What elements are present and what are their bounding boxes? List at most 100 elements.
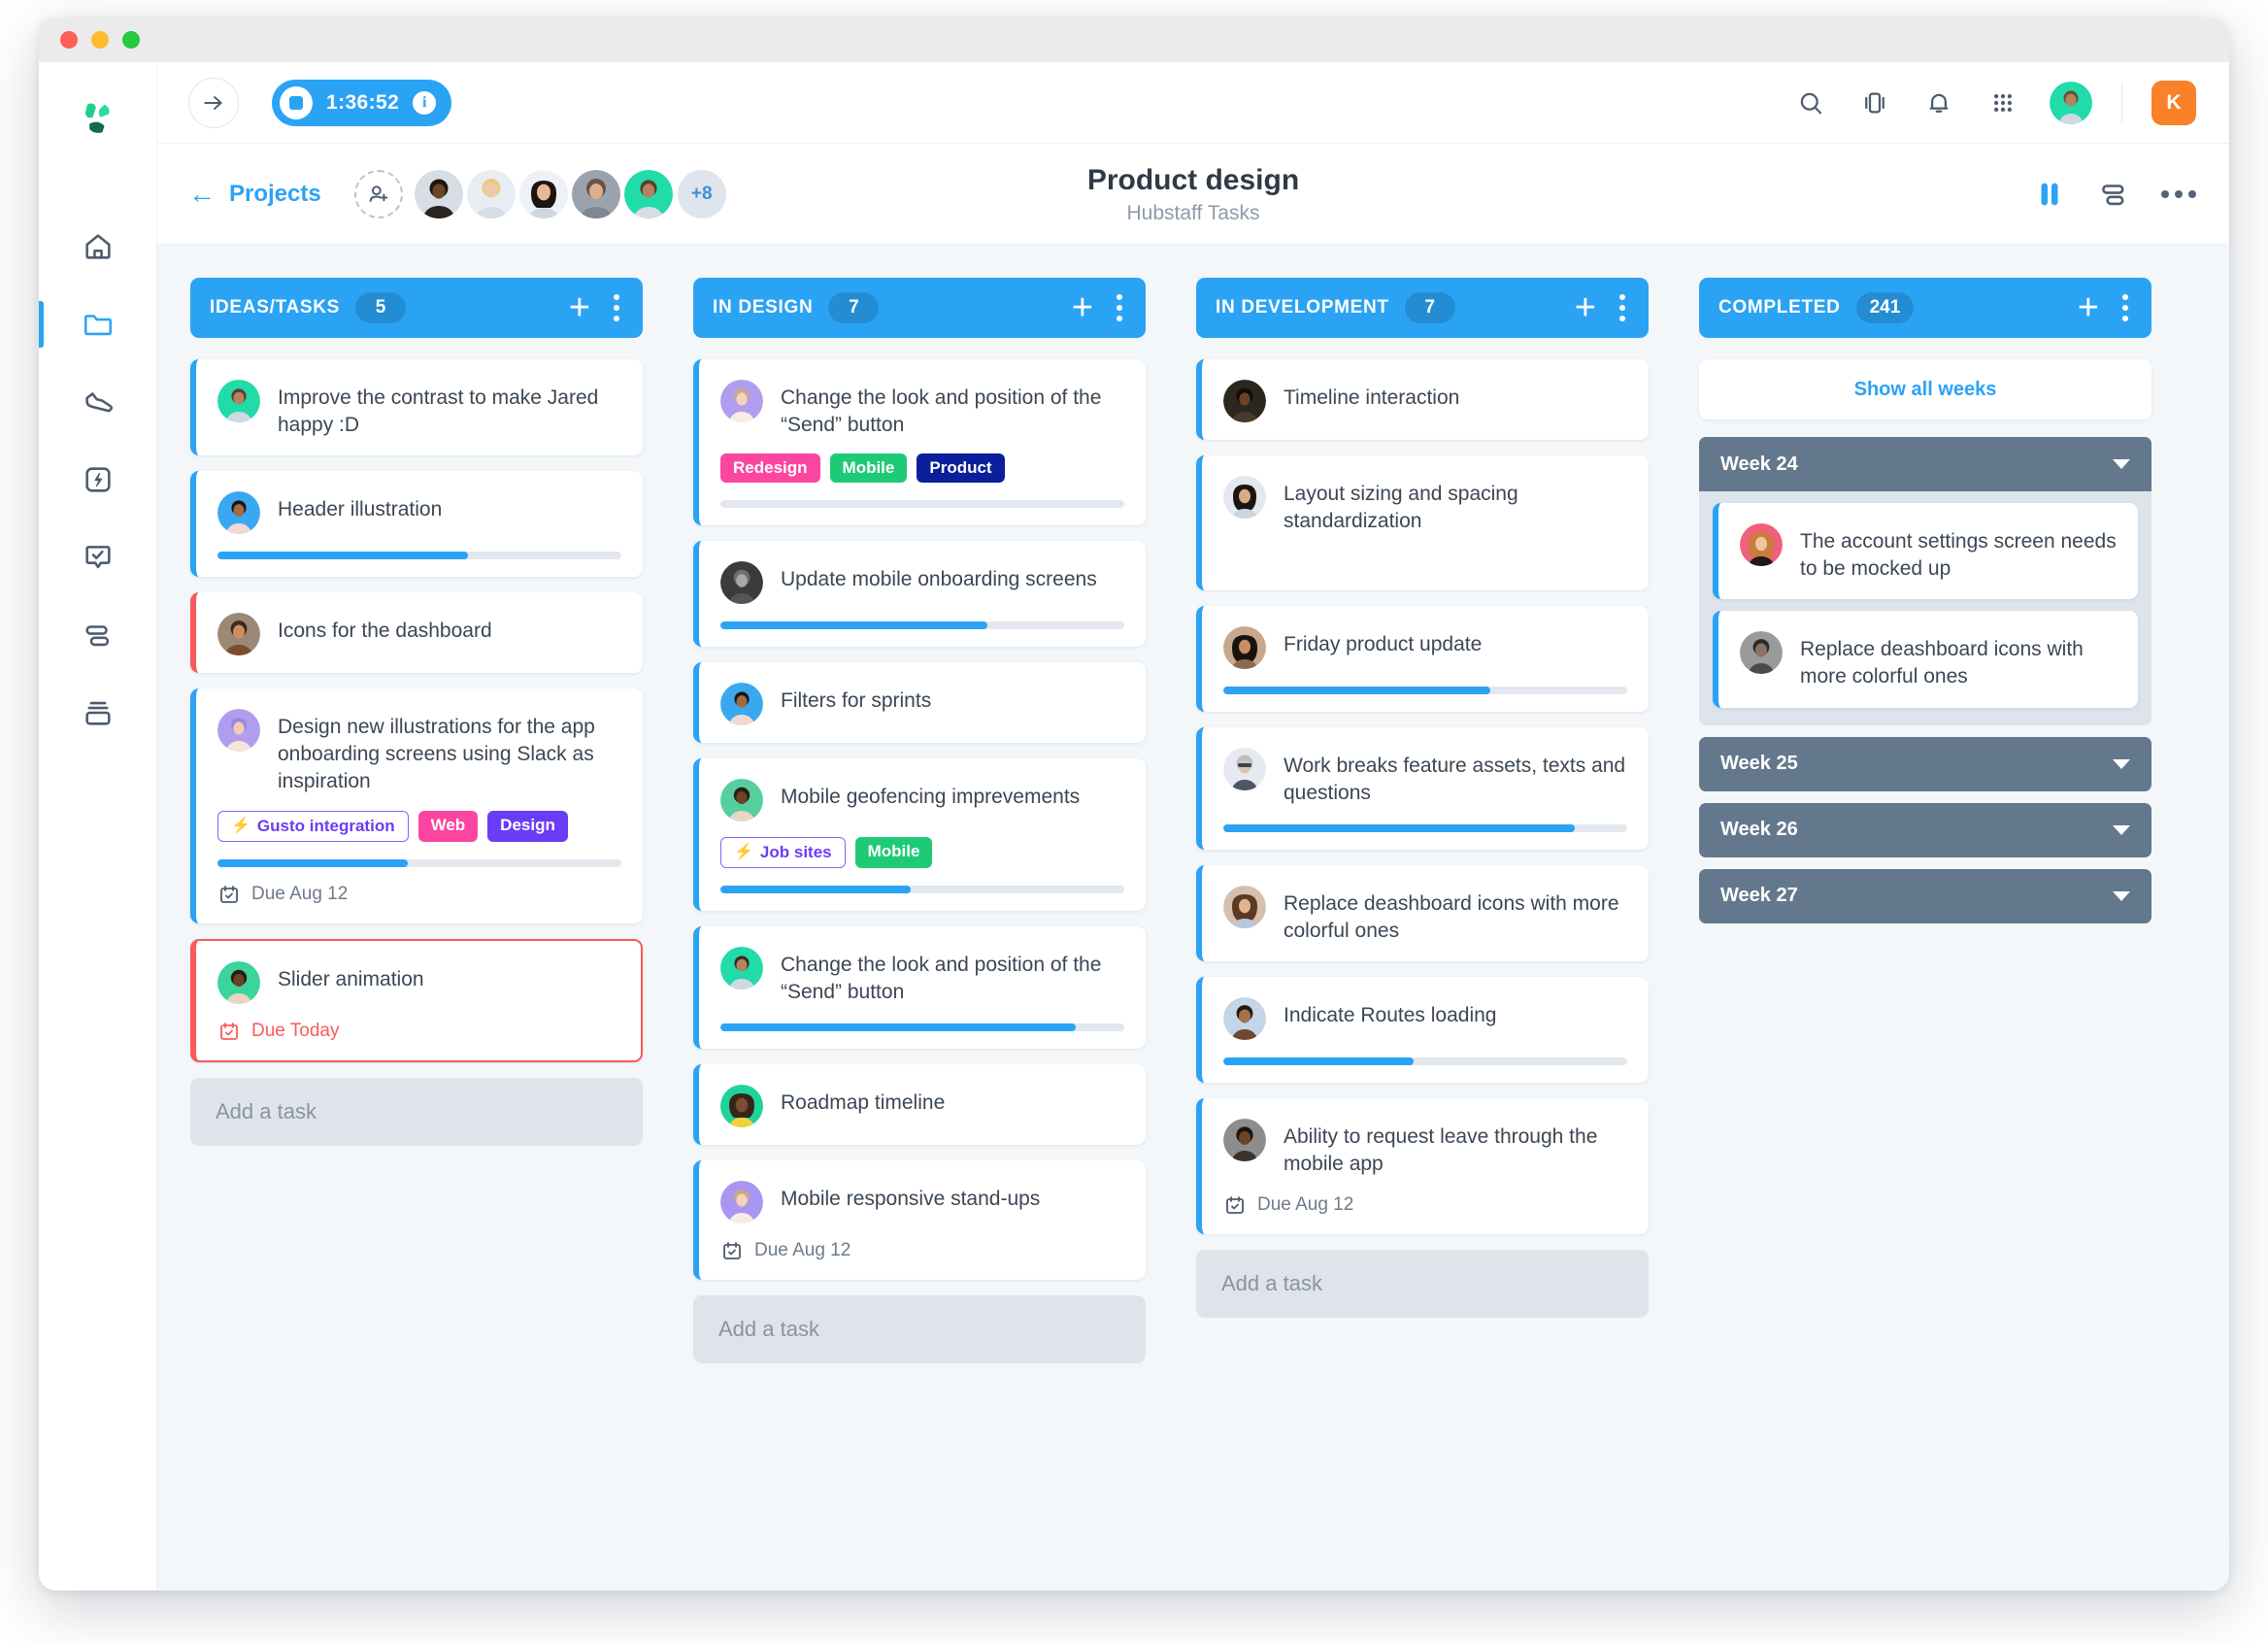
assignee-avatar[interactable] [720, 380, 763, 422]
search-button[interactable] [1793, 85, 1828, 120]
show-all-weeks-button[interactable]: Show all weeks [1699, 359, 2151, 419]
hubstaff-logo-icon[interactable] [68, 89, 128, 150]
kanban-view-button[interactable] [2033, 178, 2066, 211]
sidebar-item-activity[interactable] [59, 363, 137, 441]
assignee-avatar[interactable] [1223, 626, 1266, 670]
sidebar-item-timeline[interactable] [59, 596, 137, 674]
current-user-avatar[interactable] [2050, 81, 2092, 124]
sidebar-item-archive[interactable] [59, 674, 137, 752]
task-card[interactable]: Design new illustrations for the app onb… [190, 688, 643, 923]
window-minimize-button[interactable] [91, 31, 109, 49]
member-avatar[interactable] [623, 169, 673, 218]
add-member-button[interactable] [353, 169, 403, 218]
assignee-avatar[interactable] [720, 561, 763, 605]
due-label: Due Aug 12 [1257, 1193, 1354, 1215]
timer-info-icon[interactable]: i [413, 90, 437, 115]
task-card[interactable]: Header illustration [190, 471, 643, 578]
tag-chip[interactable]: Mobile [854, 837, 933, 869]
member-avatar[interactable] [571, 169, 620, 218]
tag-chip[interactable]: Product [917, 453, 1005, 484]
device-button[interactable] [1857, 85, 1892, 120]
week-header[interactable]: Week 25 [1699, 736, 2151, 791]
week-header[interactable]: Week 27 [1699, 868, 2151, 923]
task-card[interactable]: Work breaks feature assets, texts and qu… [1196, 727, 1649, 850]
task-card[interactable]: Change the look and position of the “Sen… [693, 926, 1146, 1049]
task-tags: ⚡ Job sites Mobile [720, 837, 1124, 869]
assignee-avatar[interactable] [1223, 1119, 1266, 1162]
task-card[interactable]: Update mobile onboarding screens [693, 541, 1146, 648]
add-card-button[interactable]: + [2078, 289, 2099, 325]
back-to-projects-link[interactable]: ← Projects [188, 180, 321, 208]
assignee-avatar[interactable] [217, 380, 260, 422]
task-card[interactable]: Improve the contrast to make Jared happy… [190, 359, 643, 456]
assignee-avatar[interactable] [217, 491, 260, 535]
tag-chip[interactable]: Redesign [720, 453, 820, 484]
assignee-avatar[interactable] [720, 947, 763, 990]
notifications-button[interactable] [1921, 85, 1956, 120]
member-avatar[interactable] [414, 169, 463, 218]
task-card[interactable]: Replace deashboard icons with more color… [1196, 864, 1649, 962]
task-card[interactable]: Filters for sprints [693, 662, 1146, 744]
sidebar-item-integrations[interactable] [59, 441, 137, 519]
apps-button[interactable] [1985, 85, 2020, 120]
column-menu-button[interactable] [1616, 290, 1629, 325]
task-card[interactable]: Ability to request leave through the mob… [1196, 1098, 1649, 1234]
task-card[interactable]: Indicate Routes loading [1196, 977, 1649, 1084]
tag-chip[interactable]: Web [417, 810, 479, 842]
member-avatar[interactable] [466, 169, 516, 218]
assignee-avatar[interactable] [1740, 631, 1783, 675]
list-view-button[interactable] [2097, 178, 2130, 211]
column-menu-button[interactable] [1113, 290, 1126, 325]
task-card[interactable]: Icons for the dashboard [190, 592, 643, 674]
add-task-button[interactable]: Add a task [190, 1077, 643, 1146]
task-card[interactable]: Timeline interaction [1196, 359, 1649, 440]
workspace-badge[interactable]: K [2151, 80, 2196, 125]
sidebar-item-home[interactable] [59, 208, 137, 285]
collapse-sidebar-button[interactable] [188, 77, 239, 128]
assignee-avatar[interactable] [1223, 476, 1266, 519]
timer-widget[interactable]: 1:36:52 i [272, 79, 452, 126]
assignee-avatar[interactable] [1223, 748, 1266, 791]
assignee-avatar[interactable] [217, 709, 260, 753]
tag-chip[interactable]: ⚡ Gusto integration [217, 810, 409, 842]
task-card[interactable]: Change the look and position of the “Sen… [693, 359, 1146, 526]
task-card[interactable]: The account settings screen needs to be … [1713, 503, 2138, 600]
assignee-avatar[interactable] [1740, 523, 1783, 566]
task-card[interactable]: Mobile responsive stand-ups Due Aug 12 [693, 1159, 1146, 1280]
assignee-avatar[interactable] [1223, 380, 1266, 422]
column-menu-button[interactable] [2118, 290, 2132, 325]
assignee-avatar[interactable] [720, 1180, 763, 1224]
tag-chip[interactable]: Design [487, 810, 568, 842]
window-close-button[interactable] [60, 31, 78, 49]
task-card[interactable]: Roadmap timeline [693, 1063, 1146, 1145]
task-card[interactable]: Layout sizing and spacing standardizatio… [1196, 455, 1649, 591]
member-avatar[interactable] [518, 169, 568, 218]
add-card-button[interactable]: + [569, 289, 590, 325]
sidebar-item-projects[interactable] [39, 285, 137, 363]
tag-chip[interactable]: ⚡ Job sites [720, 837, 846, 869]
task-card[interactable]: Friday product update [1196, 606, 1649, 713]
task-card[interactable]: Slider animation Due Today [190, 938, 643, 1062]
assignee-avatar[interactable] [217, 960, 260, 1004]
window-maximize-button[interactable] [122, 31, 140, 49]
task-card[interactable]: Mobile geofencing imprevements ⚡ Job sit… [693, 758, 1146, 912]
sidebar-item-tasks[interactable] [59, 519, 137, 596]
stop-timer-icon[interactable] [280, 85, 313, 119]
more-options-button[interactable] [2161, 189, 2196, 198]
week-header[interactable]: Week 26 [1699, 802, 2151, 857]
add-card-button[interactable]: + [1072, 289, 1093, 325]
add-card-button[interactable]: + [1575, 289, 1596, 325]
week-header[interactable]: Week 24 [1699, 437, 2151, 491]
assignee-avatar[interactable] [720, 1084, 763, 1127]
assignee-avatar[interactable] [1223, 885, 1266, 928]
tag-chip[interactable]: Mobile [829, 453, 908, 484]
assignee-avatar[interactable] [720, 779, 763, 822]
task-card[interactable]: Replace deashboard icons with more color… [1713, 611, 2138, 708]
assignee-avatar[interactable] [720, 683, 763, 726]
add-task-button[interactable]: Add a task [1196, 1249, 1649, 1318]
add-task-button[interactable]: Add a task [693, 1294, 1146, 1363]
more-members-badge[interactable]: +8 [677, 169, 726, 218]
assignee-avatar[interactable] [217, 613, 260, 656]
assignee-avatar[interactable] [1223, 997, 1266, 1041]
column-menu-button[interactable] [610, 290, 623, 325]
